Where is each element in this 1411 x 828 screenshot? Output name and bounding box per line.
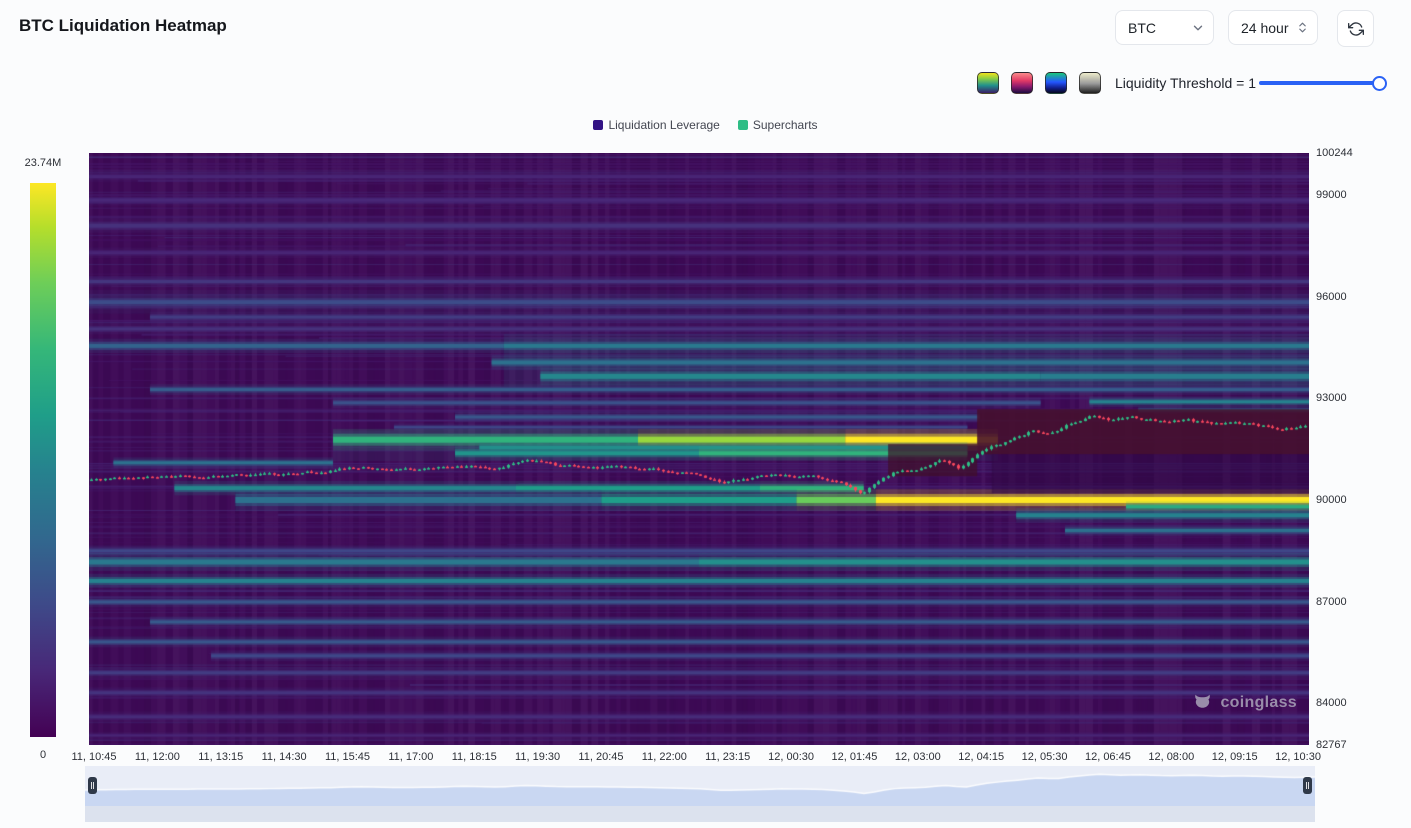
time-tick-label: 12, 10:30: [1275, 751, 1321, 763]
blue-palette-button[interactable]: [1045, 72, 1067, 94]
symbol-select-value: BTC: [1128, 20, 1156, 36]
legend-item-liquidation-leverage[interactable]: Liquidation Leverage: [593, 118, 719, 132]
threshold-slider-handle[interactable]: [1372, 76, 1387, 91]
chart-legend: Liquidation Leverage Supercharts: [0, 118, 1411, 132]
price-tick-label: 82767: [1316, 739, 1347, 751]
heatmap-area: coinglass: [89, 153, 1309, 745]
time-tick-label: 11, 22:00: [642, 751, 687, 763]
supercharts-swatch: [738, 120, 748, 130]
time-tick-label: 11, 18:15: [452, 751, 497, 763]
colorbar-max-label: 23.74M: [16, 157, 70, 169]
navigator-track[interactable]: [85, 806, 1315, 822]
legend-item-supercharts[interactable]: Supercharts: [738, 118, 818, 132]
watermark-text: coinglass: [1220, 694, 1297, 712]
price-tick-label: 84000: [1316, 697, 1347, 709]
price-tick-label: 90000: [1316, 494, 1347, 506]
liquidation-leverage-swatch: [593, 120, 603, 130]
time-tick-label: 12, 08:00: [1148, 751, 1194, 763]
page-title: BTC Liquidation Heatmap: [19, 16, 227, 36]
chevron-down-icon: [1191, 21, 1205, 35]
time-tick-label: 12, 01:45: [832, 751, 878, 763]
time-tick-label: 12, 09:15: [1212, 751, 1258, 763]
unfold-more-icon: [1296, 21, 1309, 34]
red-magma-palette-button[interactable]: [1011, 72, 1033, 94]
page-root: { "header": { "title": "BTC Liquidation …: [0, 0, 1411, 828]
threshold-slider-track[interactable]: [1259, 81, 1379, 85]
interval-select-value: 24 hour: [1241, 20, 1288, 36]
interval-select[interactable]: 24 hour: [1228, 10, 1318, 45]
watermark: coinglass: [1192, 692, 1297, 713]
time-tick-label: 12, 03:00: [895, 751, 941, 763]
threshold-slider[interactable]: [1259, 76, 1379, 90]
colorbar-min-label: 0: [16, 749, 70, 761]
colorbar: [30, 183, 56, 737]
time-tick-label: 12, 05:30: [1022, 751, 1068, 763]
time-tick-label: 11, 17:00: [388, 751, 433, 763]
coinglass-bull-icon: [1192, 692, 1213, 713]
legend-label: Liquidation Leverage: [608, 118, 719, 132]
time-tick-label: 12, 04:15: [958, 751, 1004, 763]
navigator-area[interactable]: [85, 766, 1315, 806]
price-axis: 1002449900096000930009000087000840008276…: [1316, 153, 1376, 745]
symbol-select[interactable]: BTC: [1115, 10, 1214, 45]
time-tick-label: 11, 19:30: [515, 751, 560, 763]
green-viridis-palette-button[interactable]: [977, 72, 999, 94]
refresh-icon: [1348, 21, 1364, 37]
time-tick-label: 11, 20:45: [578, 751, 623, 763]
price-tick-label: 93000: [1316, 392, 1347, 404]
time-tick-label: 11, 12:00: [135, 751, 180, 763]
time-tick-label: 11, 10:45: [71, 751, 116, 763]
price-tick-label: 99000: [1316, 189, 1347, 201]
time-tick-label: 11, 13:15: [198, 751, 243, 763]
time-tick-label: 12, 00:30: [768, 751, 814, 763]
time-tick-label: 11, 15:45: [325, 751, 370, 763]
navigator-left-handle[interactable]: [88, 777, 97, 794]
grayscale-palette-button[interactable]: [1079, 72, 1101, 94]
time-axis: 11, 10:4511, 12:0011, 13:1511, 14:3011, …: [89, 751, 1339, 765]
heatmap-canvas[interactable]: [89, 153, 1309, 745]
threshold-label: Liquidity Threshold = 1: [1115, 75, 1256, 91]
refresh-button[interactable]: [1337, 10, 1374, 47]
range-navigator[interactable]: [85, 766, 1315, 806]
price-tick-label: 96000: [1316, 291, 1347, 303]
time-tick-label: 12, 06:45: [1085, 751, 1131, 763]
time-tick-label: 11, 23:15: [705, 751, 750, 763]
legend-label: Supercharts: [753, 118, 818, 132]
time-tick-label: 11, 14:30: [262, 751, 307, 763]
price-tick-label: 87000: [1316, 596, 1347, 608]
navigator-right-handle[interactable]: [1303, 777, 1312, 794]
price-tick-label: 100244: [1316, 147, 1353, 159]
